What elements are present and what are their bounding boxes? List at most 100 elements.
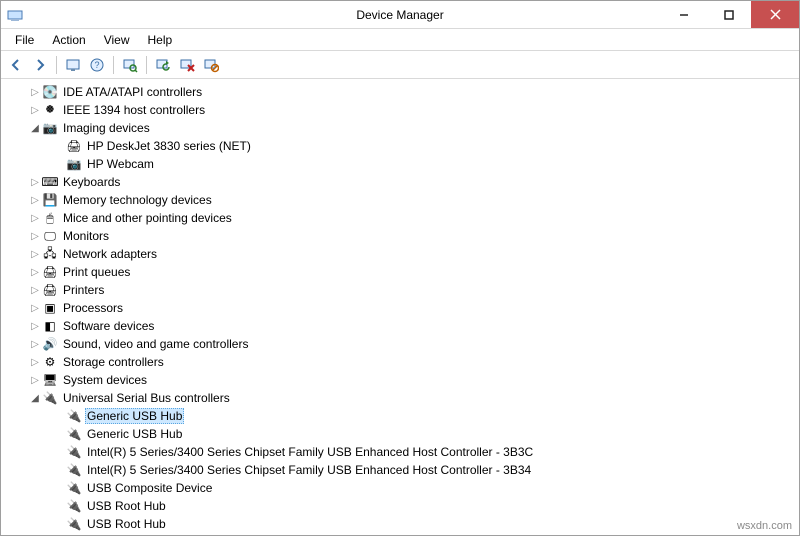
tree-item[interactable]: ◢📷Imaging devices <box>1 119 799 137</box>
tree-item[interactable]: 🔌Intel(R) 5 Series/3400 Series Chipset F… <box>1 461 799 479</box>
tree-item-label: HP Webcam <box>85 157 156 171</box>
forward-button[interactable] <box>29 54 51 76</box>
device-icon: 🔌 <box>66 498 82 514</box>
expand-icon[interactable]: ▷ <box>29 213 41 224</box>
device-icon: 🔌 <box>66 480 82 496</box>
expand-icon[interactable]: ▷ <box>29 177 41 188</box>
menu-file[interactable]: File <box>7 31 42 49</box>
device-icon: ◧ <box>42 318 58 334</box>
window-controls <box>661 1 799 28</box>
tree-item-label: Monitors <box>61 229 111 243</box>
device-icon: 🔌 <box>66 516 82 532</box>
tree-item-label: Generic USB Hub <box>85 427 184 441</box>
tree-item[interactable]: ▷🖧Network adapters <box>1 245 799 263</box>
expand-icon[interactable]: ▷ <box>29 87 41 98</box>
device-manager-window: Device Manager File Action View Help <box>0 0 800 536</box>
tree-item[interactable]: ▷🖨Print queues <box>1 263 799 281</box>
tree-item-label: Intel(R) 5 Series/3400 Series Chipset Fa… <box>85 463 533 477</box>
tree-item-label: Print queues <box>61 265 132 279</box>
expand-icon[interactable]: ▷ <box>29 105 41 116</box>
tree-item[interactable]: ▷💾Memory technology devices <box>1 191 799 209</box>
expand-icon[interactable]: ▷ <box>29 249 41 260</box>
device-icon: 🖧 <box>42 246 58 262</box>
device-icon: 🖨 <box>42 264 58 280</box>
tree-item[interactable]: 🔌Generic USB Hub <box>1 425 799 443</box>
expand-icon[interactable]: ▷ <box>29 195 41 206</box>
tree-item[interactable]: 🔌USB Root Hub <box>1 497 799 515</box>
tree-item[interactable]: ▷🖱Mice and other pointing devices <box>1 209 799 227</box>
device-icon: ⚙ <box>42 354 58 370</box>
tree-item-label: Software devices <box>61 319 156 333</box>
collapse-icon[interactable]: ◢ <box>29 393 41 404</box>
tree-item-label: Network adapters <box>61 247 159 261</box>
expand-icon[interactable]: ▷ <box>29 321 41 332</box>
device-icon: 🔌 <box>66 462 82 478</box>
device-icon: ⌨ <box>42 174 58 190</box>
tree-item[interactable]: ▷🖥System devices <box>1 371 799 389</box>
tree-item-label: Universal Serial Bus controllers <box>61 391 232 405</box>
tree-item-label: Processors <box>61 301 125 315</box>
device-icon: 🖥 <box>42 372 58 388</box>
tree-item[interactable]: 🖨HP DeskJet 3830 series (NET) <box>1 137 799 155</box>
menu-help[interactable]: Help <box>140 31 181 49</box>
tree-item-label: Mice and other pointing devices <box>61 211 234 225</box>
menubar: File Action View Help <box>1 29 799 51</box>
tree-item[interactable]: ▷💽IDE ATA/ATAPI controllers <box>1 83 799 101</box>
expand-icon[interactable]: ▷ <box>29 231 41 242</box>
uninstall-button[interactable] <box>176 54 198 76</box>
tree-item[interactable]: 🔌Intel(R) 5 Series/3400 Series Chipset F… <box>1 443 799 461</box>
toolbar-separator <box>113 56 114 74</box>
tree-item[interactable]: ▷🖵Monitors <box>1 227 799 245</box>
tree-item[interactable]: ◢🔌Universal Serial Bus controllers <box>1 389 799 407</box>
tree-item[interactable]: ▷🞿IEEE 1394 host controllers <box>1 101 799 119</box>
device-tree[interactable]: ▷💽IDE ATA/ATAPI controllers▷🞿IEEE 1394 h… <box>1 79 799 535</box>
close-button[interactable] <box>751 1 799 28</box>
device-icon: 🔊 <box>42 336 58 352</box>
tree-item[interactable]: ▷◧Software devices <box>1 317 799 335</box>
tree-item[interactable]: 📷HP Webcam <box>1 155 799 173</box>
tree-item-label: USB Root Hub <box>85 517 168 531</box>
menu-action[interactable]: Action <box>44 31 93 49</box>
menu-view[interactable]: View <box>96 31 138 49</box>
maximize-button[interactable] <box>706 1 751 28</box>
device-icon: 📷 <box>42 120 58 136</box>
tree-item-label: IEEE 1394 host controllers <box>61 103 207 117</box>
tree-item[interactable]: ▷🖨Printers <box>1 281 799 299</box>
device-icon: 🔌 <box>66 426 82 442</box>
expand-icon[interactable]: ▷ <box>29 303 41 314</box>
help-button[interactable]: ? <box>86 54 108 76</box>
scan-hardware-button[interactable] <box>119 54 141 76</box>
device-icon: 🞿 <box>42 102 58 118</box>
expand-icon[interactable]: ▷ <box>29 285 41 296</box>
collapse-icon[interactable]: ◢ <box>29 123 41 134</box>
tree-item[interactable]: ▷🔊Sound, video and game controllers <box>1 335 799 353</box>
device-icon: 🖵 <box>42 228 58 244</box>
tree-item[interactable]: 🔌USB Root Hub <box>1 515 799 533</box>
tree-item-label: Sound, video and game controllers <box>61 337 250 351</box>
tree-item-label: USB Composite Device <box>85 481 214 495</box>
tree-item[interactable]: ▷⌨Keyboards <box>1 173 799 191</box>
tree-item-label: Storage controllers <box>61 355 166 369</box>
titlebar: Device Manager <box>1 1 799 29</box>
tree-item[interactable]: 🔌Generic USB Hub <box>1 407 799 425</box>
back-button[interactable] <box>5 54 27 76</box>
minimize-button[interactable] <box>661 1 706 28</box>
disable-button[interactable] <box>200 54 222 76</box>
tree-item-label: Printers <box>61 283 106 297</box>
expand-icon[interactable]: ▷ <box>29 357 41 368</box>
device-icon: 🖨 <box>42 282 58 298</box>
show-hidden-button[interactable] <box>62 54 84 76</box>
tree-item[interactable]: 🔌USB Composite Device <box>1 479 799 497</box>
expand-icon[interactable]: ▷ <box>29 339 41 350</box>
device-icon: 🖨 <box>66 138 82 154</box>
tree-item[interactable]: ▷⚙Storage controllers <box>1 353 799 371</box>
tree-item-label: Generic USB Hub <box>85 408 184 424</box>
expand-icon[interactable]: ▷ <box>29 375 41 386</box>
tree-item-label: System devices <box>61 373 149 387</box>
svg-text:?: ? <box>94 60 99 70</box>
tree-item[interactable]: ▷▣Processors <box>1 299 799 317</box>
tree-item-label: HP DeskJet 3830 series (NET) <box>85 139 253 153</box>
expand-icon[interactable]: ▷ <box>29 267 41 278</box>
update-driver-button[interactable] <box>152 54 174 76</box>
toolbar: ? <box>1 51 799 79</box>
